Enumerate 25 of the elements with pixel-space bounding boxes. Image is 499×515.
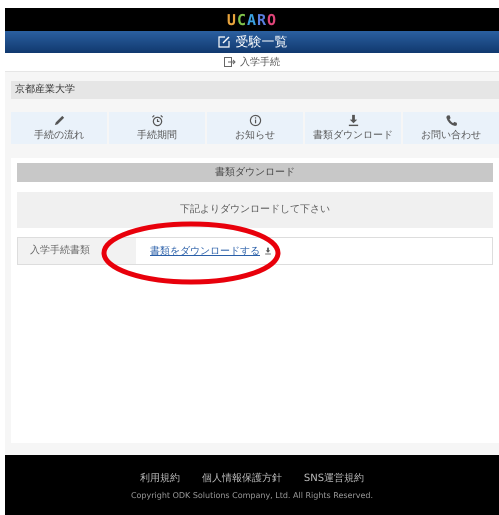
info-icon: [248, 114, 262, 127]
footer-link[interactable]: 個人情報保護方針: [202, 470, 282, 484]
page-title: 受験一覧: [236, 34, 288, 51]
nav-button[interactable]: 手続期間: [109, 112, 205, 144]
download-icon: [346, 114, 360, 127]
nav-button[interactable]: お知らせ: [207, 112, 303, 144]
logo: UCARO: [226, 10, 278, 28]
university-name: 京都産業大学: [11, 81, 499, 99]
footer-link[interactable]: 利用規約: [140, 470, 180, 484]
download-icon: [264, 247, 272, 255]
nav-button[interactable]: お問い合わせ: [403, 112, 499, 144]
phone-icon: [444, 114, 458, 127]
breadcrumb-label: 入学手続: [240, 56, 280, 69]
section-heading: 書類ダウンロード: [17, 163, 493, 182]
row-label: 入学手続書類: [18, 238, 136, 264]
nav-button[interactable]: 手続の流れ: [11, 112, 107, 144]
footer-link[interactable]: SNS運営規約: [304, 470, 364, 484]
pencil-icon: [52, 114, 66, 127]
notice-text: 下記よりダウンロードして下さい: [17, 192, 493, 228]
download-link[interactable]: 書類をダウンロードする: [150, 244, 260, 258]
document-arrow-icon: [224, 57, 236, 67]
edit-icon: [216, 35, 230, 49]
nav-button[interactable]: 書類ダウンロード: [305, 112, 401, 144]
copyright-text: Copyright ODK Solutions Company, Ltd. All Rights Reserved.: [130, 490, 374, 500]
alarm-clock-icon: [150, 114, 164, 127]
